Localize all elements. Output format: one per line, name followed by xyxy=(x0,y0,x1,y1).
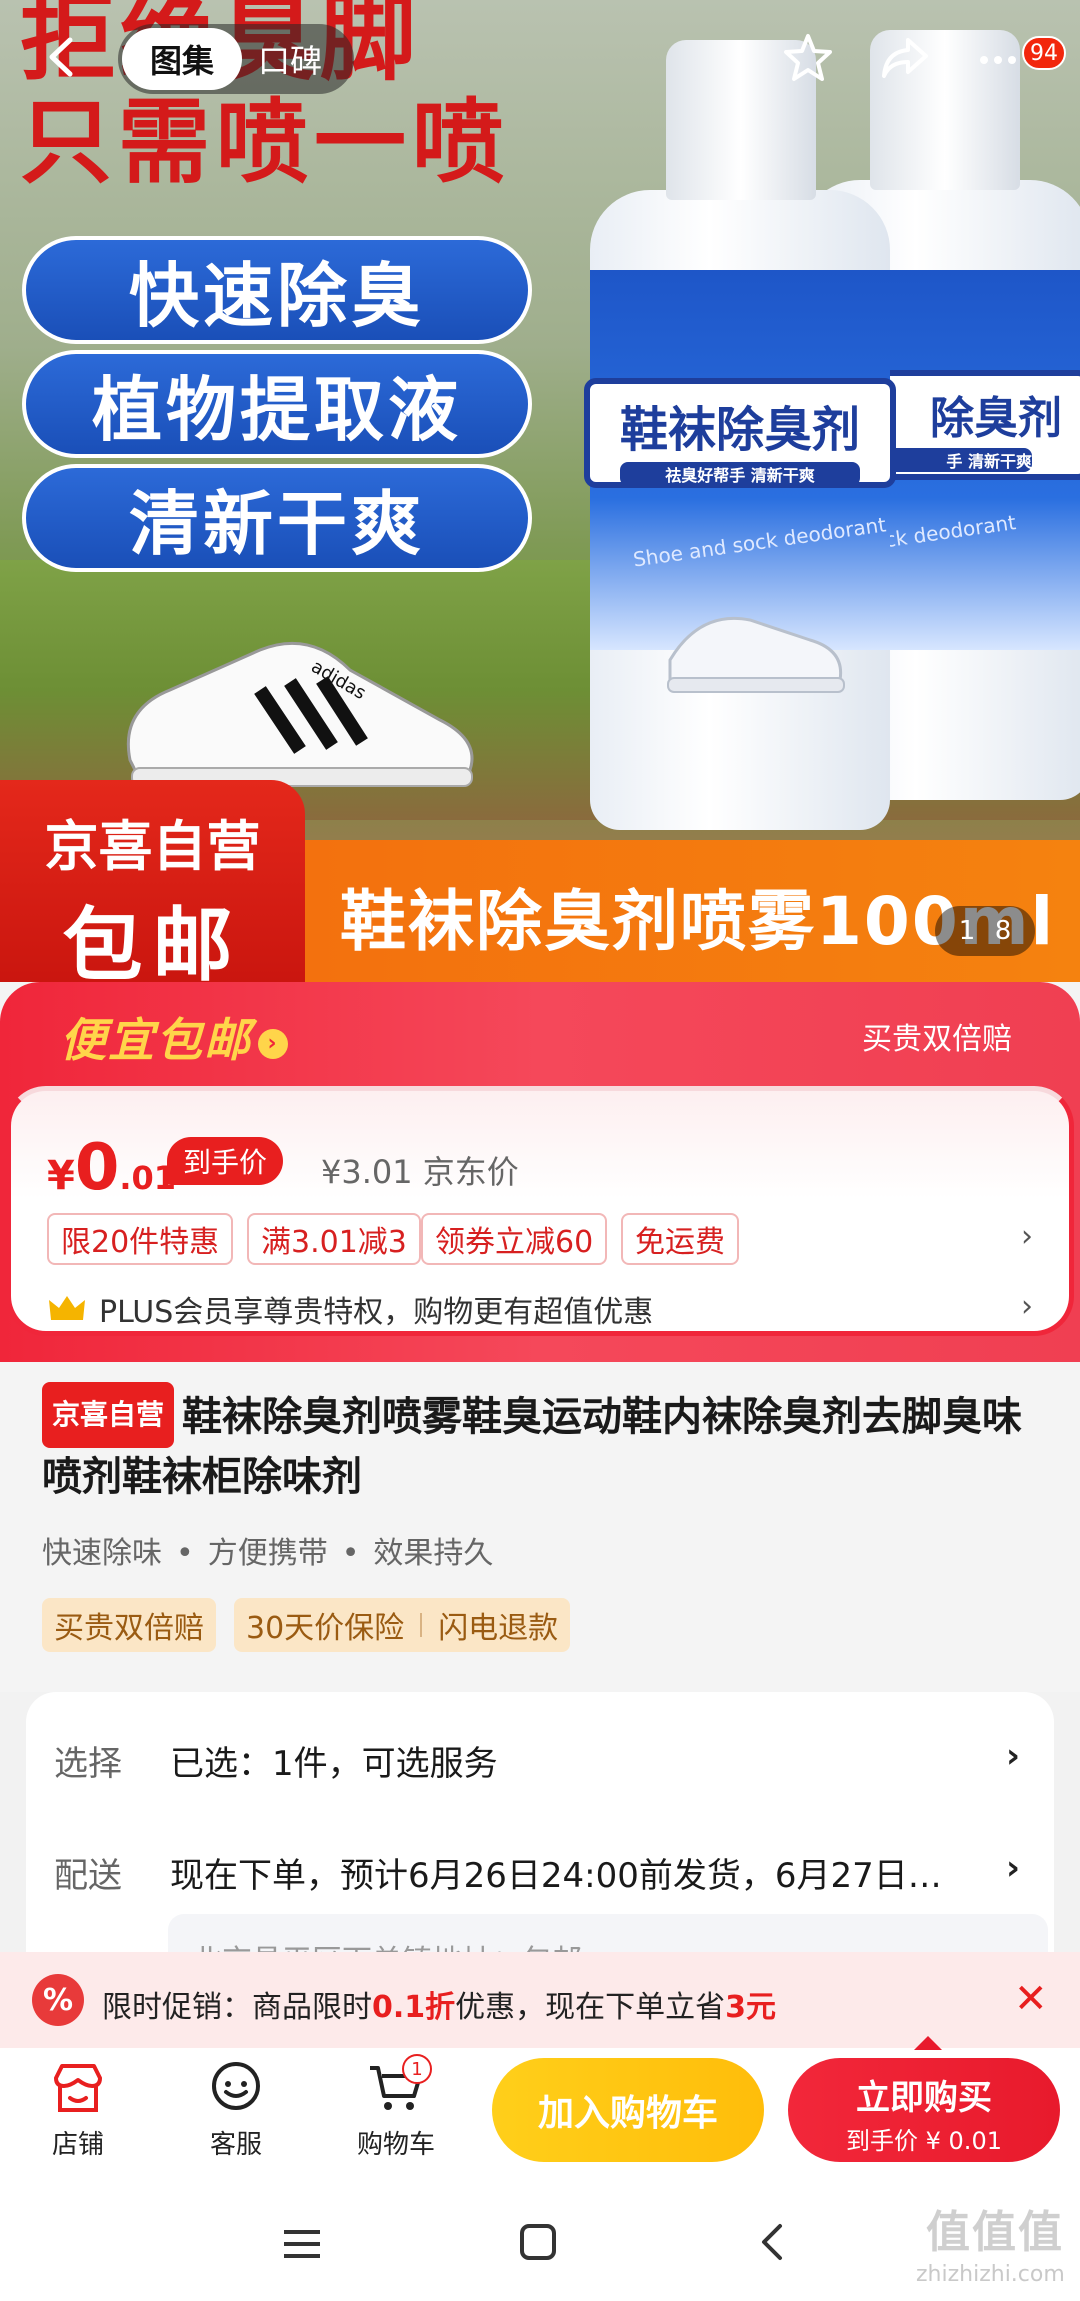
price-promo-section: 便宜包邮 › 买贵双倍赔 ¥0.01 到手价 ¥3.01 京东价 限20件特惠 满… xyxy=(0,982,1080,1362)
customer-service-button[interactable]: 客服 xyxy=(176,2060,296,2161)
price-guarantee-text[interactable]: 买贵双倍赔 xyxy=(862,1014,1012,1058)
promo-chip-shipping[interactable]: 免运费 xyxy=(621,1213,739,1265)
share-icon[interactable] xyxy=(876,30,932,86)
bottle-front-tag: 鞋袜除臭剂 祛臭好帮手 清新干爽 xyxy=(584,378,896,488)
cart-count-badge: 1 xyxy=(402,2054,432,2084)
shop-button[interactable]: 店铺 xyxy=(18,2060,138,2161)
tab-reviews[interactable]: 口碑 xyxy=(258,24,322,94)
chevron-right-icon[interactable]: › xyxy=(1006,1736,1020,1776)
promo-chip-coupon[interactable]: 领券立减60 xyxy=(421,1213,608,1265)
chevron-right-icon: › xyxy=(258,1028,288,1059)
delivery-row[interactable]: 配送 现在下单，预计6月26日24:00前发货，6月27日… xyxy=(54,1848,942,1897)
watermark-logo: 值值值 xyxy=(926,2207,1064,2258)
back-icon[interactable] xyxy=(40,34,86,80)
service-tag-price-protect[interactable]: 30天价保险 闪电退款 xyxy=(234,1598,571,1652)
promo-chip-limit[interactable]: 限20件特惠 xyxy=(47,1213,234,1265)
more-icon[interactable] xyxy=(970,30,1026,86)
jd-self-badge: 京喜自营 包邮 xyxy=(0,780,305,990)
chat-smile-icon xyxy=(212,2062,260,2110)
product-info: 京喜自营 鞋袜除臭剂喷雾鞋臭运动鞋内袜除臭剂去脚臭味喷剂鞋袜柜除味剂 快速除味 • 方… xyxy=(0,1362,1080,1692)
add-to-cart-button[interactable]: 加入购物车 xyxy=(492,2058,764,2162)
hero-pill-3: 清新干爽 xyxy=(22,464,532,572)
shop-icon xyxy=(54,2064,102,2112)
hero-pill-2: 植物提取液 xyxy=(22,350,532,458)
promo-chip-discount[interactable]: 满3.01减3 xyxy=(247,1213,421,1265)
price-card: ¥0.01 到手价 ¥3.01 京东价 限20件特惠 满3.01减3 领券立减6… xyxy=(6,1086,1074,1336)
chevron-right-icon[interactable]: › xyxy=(1021,1219,1033,1254)
hero-pill-1: 快速除臭 xyxy=(22,236,532,344)
service-tag-double-refund[interactable]: 买贵双倍赔 xyxy=(42,1598,216,1652)
bottom-action-bar: 店铺 客服 1 购物车 加入购物车 立即购买 到手价 ¥ 0.01 xyxy=(0,2036,1080,2188)
tab-gallery[interactable]: 图集 xyxy=(122,28,242,90)
final-price: ¥0.01 xyxy=(47,1131,177,1205)
buy-now-button[interactable]: 立即购买 到手价 ¥ 0.01 xyxy=(788,2058,1060,2162)
chevron-right-icon[interactable]: › xyxy=(1006,1848,1020,1888)
discount-icon: % xyxy=(32,1974,84,2026)
gallery-review-switch: 图集 口碑 xyxy=(118,24,354,94)
top-nav: 图集 口碑 94 xyxy=(0,18,1080,98)
close-icon[interactable]: ✕ xyxy=(1014,1976,1048,2022)
jd-reference-price: ¥3.01 京东价 xyxy=(321,1153,519,1191)
product-title: 京喜自营 鞋袜除臭剂喷雾鞋臭运动鞋内袜除臭剂去脚臭味喷剂鞋袜柜除味剂 xyxy=(42,1382,1042,1506)
options-card: 选择 已选：1件，可选服务 › 配送 现在下单，预计6月26日24:00前发货，6月… xyxy=(26,1692,1054,1994)
bottle-shoe-image xyxy=(667,616,845,693)
cart-button[interactable]: 1 购物车 xyxy=(336,2054,456,2161)
menu-icon[interactable] xyxy=(282,2226,322,2262)
limited-promo-text: 限时促销：商品限时0.1折优惠，现在下单立省3元 xyxy=(102,1990,777,2025)
home-icon[interactable] xyxy=(518,2222,558,2262)
product-features: 快速除味 • 方便携带 • 效果持久 xyxy=(42,1536,494,1571)
watermark-url: zhizhizhi.com xyxy=(916,2262,1065,2287)
limited-promo-bar: % 限时促销：商品限时0.1折优惠，现在下单立省3元 ✕ xyxy=(0,1952,1080,2048)
select-row[interactable]: 选择 已选：1件，可选服务 xyxy=(54,1736,498,1785)
crown-icon xyxy=(49,1296,85,1320)
jd-self-tag: 京喜自营 xyxy=(42,1382,175,1448)
system-back-icon[interactable] xyxy=(756,2222,786,2262)
plus-member-row[interactable]: PLUS会员享尊贵特权，购物更有超值优惠 xyxy=(47,1287,653,1331)
product-gallery-image[interactable]: 拒绝臭脚 只需喷一喷 快速除臭 植物提取液 清新干爽 除臭剂 手 清新干爽 oc… xyxy=(0,0,1080,990)
message-badge: 94 xyxy=(1022,36,1066,70)
sneaker-image: adidas xyxy=(126,641,474,787)
bottle-front: 鞋袜除臭剂 祛臭好帮手 清新干爽 Shoe and sock deodorant xyxy=(584,40,896,830)
favorite-star-icon[interactable] xyxy=(780,30,836,86)
gallery-counter: 1 8 xyxy=(935,906,1035,956)
hand-price-tag: 到手价 xyxy=(167,1137,284,1185)
promo-title[interactable]: 便宜包邮 › xyxy=(60,1004,288,1070)
chevron-right-icon[interactable]: › xyxy=(1021,1289,1033,1324)
